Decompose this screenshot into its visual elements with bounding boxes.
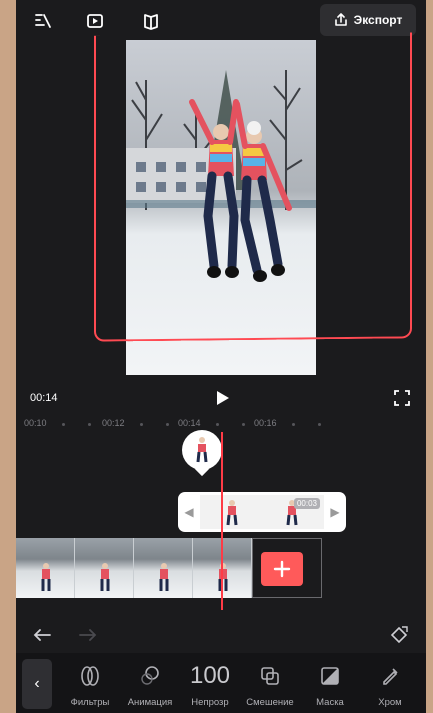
chevron-left-icon: ‹	[34, 675, 40, 692]
undo-icon	[33, 629, 51, 641]
history-row	[16, 620, 426, 650]
add-clip-area	[252, 538, 322, 598]
editor-screen: Экспорт 00:14 00:10 00:12 00:14 00:16 ◀ …	[16, 0, 426, 713]
tool-chroma[interactable]: Хром	[360, 663, 420, 708]
trim-right-handle[interactable]: ▶	[324, 492, 346, 532]
opacity-value: 100	[189, 662, 231, 689]
playback-row: 00:14	[16, 380, 426, 414]
tool-filters[interactable]: Фильтры	[60, 663, 120, 708]
undo-button[interactable]	[32, 626, 54, 644]
ruler-tick: 00:16	[254, 418, 277, 428]
ruler-tick: 00:10	[24, 418, 47, 428]
keyframe-button[interactable]	[388, 624, 410, 646]
pin-thumbnail-icon	[196, 437, 208, 463]
tool-label: Фильтры	[70, 697, 110, 708]
video-frame[interactable]	[126, 40, 316, 375]
bottom-toolbar: ‹ Фильтры Анимация 100 Непрозр Смешение	[16, 653, 426, 713]
tool-label: Маска	[316, 697, 344, 708]
export-label: Экспорт	[353, 13, 403, 27]
time-ruler: 00:10 00:12 00:14 00:16	[16, 418, 426, 432]
plus-icon	[273, 560, 291, 578]
clip-duration: 00:03	[293, 498, 320, 509]
redo-button[interactable]	[76, 626, 98, 644]
current-time: 00:14	[30, 392, 58, 404]
ruler-tick: 00:14	[178, 418, 201, 428]
tool-label: Непрозр	[191, 697, 229, 708]
add-clip-button[interactable]	[261, 552, 303, 586]
tool-opacity[interactable]: 100 Непрозр	[180, 662, 240, 708]
book-icon[interactable]	[138, 8, 164, 34]
ruler-tick: 00:12	[102, 418, 125, 428]
tool-label: Анимация	[127, 697, 173, 708]
tool-mask[interactable]: Маска	[300, 663, 360, 708]
export-button[interactable]: Экспорт	[320, 4, 416, 36]
top-bar: Экспорт	[16, 0, 426, 44]
overlay-clip[interactable]: ◀ 00:03 ▶	[178, 492, 346, 532]
mask-icon	[300, 663, 360, 689]
magic-wand-icon[interactable]	[30, 8, 56, 34]
tool-animation[interactable]: Анимация	[120, 663, 180, 708]
video-preview	[16, 32, 426, 380]
tool-blend[interactable]: Смешение	[240, 663, 300, 708]
blend-icon	[240, 663, 300, 689]
filters-icon	[60, 663, 120, 689]
preview-clip-icon[interactable]	[82, 8, 108, 34]
share-icon	[334, 13, 347, 26]
keyframe-pin[interactable]	[182, 430, 222, 470]
trim-left-handle[interactable]: ◀	[178, 492, 200, 532]
overlay-clip-thumbnail: 00:03	[200, 495, 324, 529]
chroma-icon	[360, 663, 420, 689]
fullscreen-icon	[394, 390, 410, 406]
keyframe-icon	[390, 626, 408, 644]
tool-label: Смешение	[246, 697, 294, 708]
play-icon	[217, 391, 229, 405]
fullscreen-button[interactable]	[392, 388, 412, 408]
playhead[interactable]	[221, 432, 223, 610]
animation-icon	[120, 663, 180, 689]
tool-label: Хром	[378, 697, 402, 708]
back-button[interactable]: ‹	[22, 659, 52, 709]
track-thumbnail	[16, 538, 75, 598]
redo-icon	[79, 629, 97, 641]
track-thumbnail	[134, 538, 193, 598]
play-button[interactable]	[212, 388, 232, 408]
track-thumbnail	[75, 538, 134, 598]
timeline[interactable]: 00:10 00:12 00:14 00:16 ◀ 00:03 ▶	[16, 412, 426, 622]
main-video-track[interactable]	[16, 538, 252, 598]
